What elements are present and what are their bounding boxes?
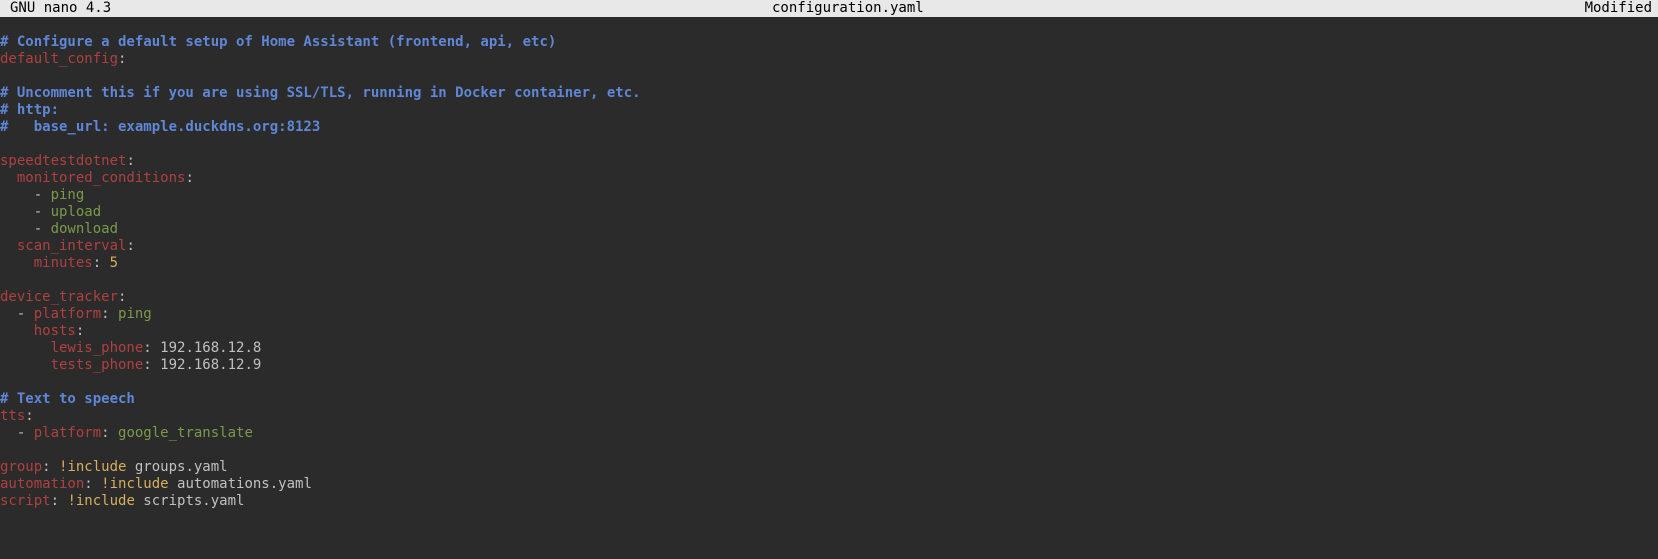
code-line[interactable]: monitored_conditions: <box>0 170 1658 187</box>
code-line[interactable]: - download <box>0 221 1658 238</box>
token-value: ping <box>51 187 85 203</box>
code-line[interactable]: default_config: <box>0 51 1658 68</box>
token-colon: : <box>143 340 160 356</box>
token-value: google_translate <box>118 425 253 441</box>
code-line[interactable]: tts: <box>0 408 1658 425</box>
code-line[interactable]: tests_phone: 192.168.12.9 <box>0 357 1658 374</box>
token-colon: : <box>118 51 126 67</box>
token-colon: : <box>25 408 33 424</box>
token-colon: : <box>42 459 59 475</box>
token-plain: scripts.yaml <box>135 493 245 509</box>
token-plain: automations.yaml <box>169 476 312 492</box>
token-plain <box>0 204 34 220</box>
token-plain <box>0 170 17 186</box>
token-key: automation <box>0 476 84 492</box>
code-line[interactable]: - platform: google_translate <box>0 425 1658 442</box>
token-key: device_tracker <box>0 289 118 305</box>
token-colon: : <box>126 238 134 254</box>
token-key: monitored_conditions <box>17 170 186 186</box>
token-plain: groups.yaml <box>126 459 227 475</box>
token-plain: 192.168.12.9 <box>160 357 261 373</box>
token-colon: : <box>101 425 118 441</box>
token-dash: - <box>17 425 34 441</box>
token-key: lewis_phone <box>51 340 144 356</box>
token-dash: - <box>17 306 34 322</box>
code-line[interactable] <box>0 272 1658 289</box>
token-colon: : <box>51 493 68 509</box>
token-key: default_config <box>0 51 118 67</box>
token-comment: # Text to speech <box>0 391 135 407</box>
token-plain <box>0 357 51 373</box>
editor-content[interactable]: # Configure a default setup of Home Assi… <box>0 34 1658 510</box>
code-line[interactable]: group: !include groups.yaml <box>0 459 1658 476</box>
code-line[interactable]: # Text to speech <box>0 391 1658 408</box>
token-colon: : <box>126 153 134 169</box>
code-line[interactable]: automation: !include automations.yaml <box>0 476 1658 493</box>
token-plain <box>0 340 51 356</box>
token-value: ping <box>118 306 152 322</box>
code-line[interactable]: - upload <box>0 204 1658 221</box>
token-number: 5 <box>110 255 118 271</box>
token-colon: : <box>143 357 160 373</box>
token-colon: : <box>93 255 110 271</box>
token-key: speedtestdotnet <box>0 153 126 169</box>
code-line[interactable]: scan_interval: <box>0 238 1658 255</box>
token-tag: !include <box>67 493 134 509</box>
code-line[interactable]: # http: <box>0 102 1658 119</box>
token-key: scan_interval <box>17 238 127 254</box>
token-colon: : <box>185 170 193 186</box>
token-plain <box>0 238 17 254</box>
code-line[interactable]: script: !include scripts.yaml <box>0 493 1658 510</box>
open-filename: configuration.yaml <box>111 0 1584 17</box>
token-key: tests_phone <box>51 357 144 373</box>
code-line[interactable]: hosts: <box>0 323 1658 340</box>
code-line[interactable] <box>0 68 1658 85</box>
token-plain <box>0 306 17 322</box>
token-comment: # http: <box>0 102 59 118</box>
token-value: download <box>51 221 118 237</box>
token-dash: - <box>34 204 51 220</box>
token-colon: : <box>101 306 118 322</box>
token-dash: - <box>34 221 51 237</box>
code-line[interactable]: # base_url: example.duckdns.org:8123 <box>0 119 1658 136</box>
token-colon: : <box>84 476 101 492</box>
code-line[interactable] <box>0 374 1658 391</box>
code-line[interactable] <box>0 442 1658 459</box>
token-plain <box>0 187 34 203</box>
token-tag: !include <box>59 459 126 475</box>
code-line[interactable]: device_tracker: <box>0 289 1658 306</box>
token-value: upload <box>51 204 102 220</box>
token-plain <box>0 425 17 441</box>
code-line[interactable]: - ping <box>0 187 1658 204</box>
code-line[interactable]: lewis_phone: 192.168.12.8 <box>0 340 1658 357</box>
token-key: hosts <box>34 323 76 339</box>
code-line[interactable]: # Configure a default setup of Home Assi… <box>0 34 1658 51</box>
code-line[interactable]: - platform: ping <box>0 306 1658 323</box>
app-name: GNU nano 4.3 <box>0 0 111 17</box>
token-colon: : <box>118 289 126 305</box>
token-comment: # Configure a default setup of Home Assi… <box>0 34 556 50</box>
code-line[interactable]: minutes: 5 <box>0 255 1658 272</box>
token-key: group <box>0 459 42 475</box>
token-dash: - <box>34 187 51 203</box>
editor-titlebar: GNU nano 4.3 configuration.yaml Modified <box>0 0 1658 17</box>
token-key: platform <box>34 425 101 441</box>
modified-status: Modified <box>1585 0 1658 17</box>
token-key: tts <box>0 408 25 424</box>
code-line[interactable] <box>0 136 1658 153</box>
token-plain: 192.168.12.8 <box>160 340 261 356</box>
token-key: script <box>0 493 51 509</box>
token-plain <box>0 221 34 237</box>
token-comment: # base_url: example.duckdns.org:8123 <box>0 119 320 135</box>
token-key: minutes <box>34 255 93 271</box>
token-comment: # Uncomment this if you are using SSL/TL… <box>0 85 641 101</box>
code-line[interactable]: speedtestdotnet: <box>0 153 1658 170</box>
token-plain <box>0 255 34 271</box>
code-line[interactable]: # Uncomment this if you are using SSL/TL… <box>0 85 1658 102</box>
token-key: platform <box>34 306 101 322</box>
token-tag: !include <box>101 476 168 492</box>
token-plain <box>0 323 34 339</box>
token-colon: : <box>76 323 84 339</box>
